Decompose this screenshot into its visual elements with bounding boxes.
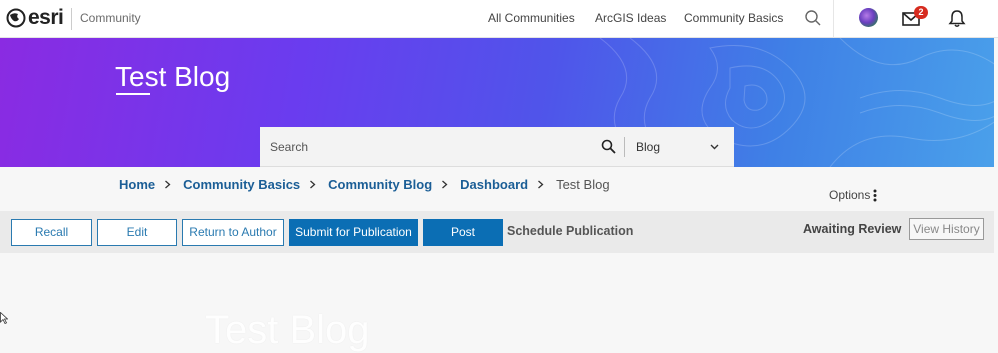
logo-text: esri: [28, 6, 64, 29]
bell-icon[interactable]: [948, 9, 966, 28]
nav-community-basics[interactable]: Community Basics: [684, 11, 783, 25]
search-separator: [624, 137, 625, 157]
article-title: Test Blog: [205, 308, 370, 352]
nav-arcgis-ideas[interactable]: ArcGIS Ideas: [595, 11, 666, 25]
edit-button[interactable]: Edit: [97, 219, 177, 246]
breadcrumb-dashboard[interactable]: Dashboard: [460, 177, 528, 192]
search-bar[interactable]: Search Blog: [260, 127, 734, 167]
return-to-author-button[interactable]: Return to Author: [182, 219, 284, 246]
page-right-edge: [994, 38, 998, 347]
nav-all-communities[interactable]: All Communities: [488, 11, 575, 25]
breadcrumb-current: Test Blog: [556, 177, 610, 192]
blog-title: Test Blog: [115, 61, 231, 92]
view-history-button[interactable]: View History: [909, 218, 984, 240]
chevron-right-icon: [165, 180, 171, 189]
options-label[interactable]: Options: [829, 188, 870, 202]
search-icon[interactable]: [601, 139, 616, 154]
search-scope-select[interactable]: Blog: [636, 140, 660, 154]
options-menu[interactable]: Options: [829, 188, 877, 202]
globe-logo-icon: [6, 8, 26, 28]
header-divider: [71, 8, 72, 30]
kebab-menu-icon[interactable]: [873, 189, 877, 202]
breadcrumb-home[interactable]: Home: [119, 177, 155, 192]
breadcrumb-community-basics[interactable]: Community Basics: [183, 177, 300, 192]
recall-button[interactable]: Recall: [11, 219, 92, 246]
status-badge: Awaiting Review: [803, 222, 902, 236]
esri-logo[interactable]: esri: [6, 6, 64, 30]
breadcrumb-community-blog[interactable]: Community Blog: [328, 177, 432, 192]
mail-count-badge: 2: [914, 6, 928, 19]
top-navigation-bar: esri Community All Communities ArcGIS Id…: [0, 0, 998, 38]
mouse-cursor-icon: [0, 312, 8, 324]
schedule-publication-link[interactable]: Schedule Publication: [507, 224, 633, 238]
chevron-right-icon: [310, 180, 316, 189]
post-button[interactable]: Post: [423, 219, 503, 246]
moderation-action-bar: Recall Edit Return to Author Submit for …: [0, 211, 994, 253]
search-input[interactable]: Search: [270, 140, 308, 154]
breadcrumb: Home Community Basics Community Blog Das…: [119, 177, 610, 192]
submit-for-publication-button[interactable]: Submit for Publication: [289, 219, 418, 246]
nav-separator: [833, 0, 834, 38]
title-underline: [116, 93, 150, 95]
chevron-right-icon: [442, 180, 448, 189]
user-avatar[interactable]: [859, 8, 878, 27]
search-icon[interactable]: [804, 9, 822, 27]
chevron-down-icon[interactable]: [710, 142, 719, 151]
chevron-right-icon: [538, 180, 544, 189]
section-label[interactable]: Community: [80, 11, 141, 25]
